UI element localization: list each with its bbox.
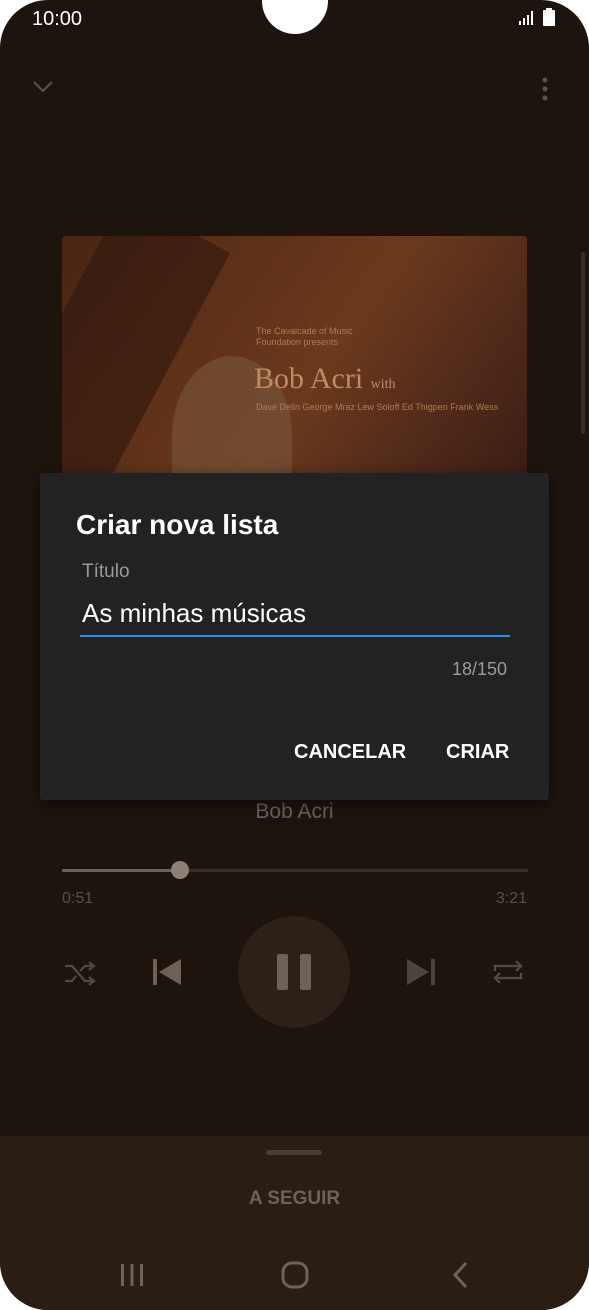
up-next-label[interactable]: A SEGUIR: [0, 1188, 589, 1210]
more-options-icon[interactable]: [541, 77, 549, 103]
title-field-label: Título: [82, 561, 130, 582]
camera-notch: [262, 0, 328, 34]
create-playlist-dialog: Criar nova lista Título 18/150 CANCELAR …: [40, 473, 549, 800]
sheet-handle[interactable]: [266, 1150, 322, 1155]
previous-icon[interactable]: [151, 957, 183, 987]
signal-icon: [519, 11, 533, 25]
home-icon[interactable]: [281, 1261, 309, 1289]
cancel-button[interactable]: CANCELAR: [294, 741, 406, 764]
chevron-down-icon[interactable]: [32, 80, 54, 94]
elapsed-time: 0:51: [62, 890, 94, 907]
recent-apps-icon[interactable]: [119, 1262, 145, 1288]
album-credits-text: Dave Delin George Mraz Lew Soloff Ed Thi…: [256, 402, 499, 412]
artist-name[interactable]: Bob Acri: [0, 800, 589, 824]
create-button[interactable]: CRIAR: [446, 741, 509, 764]
album-presenter-text: The Cavalcade of Music Foundation presen…: [256, 326, 353, 347]
seek-thumb[interactable]: [171, 861, 189, 879]
shuffle-icon[interactable]: [63, 958, 97, 988]
phone-screen: 10:00 The Cavalcade of Music Foundation …: [0, 0, 589, 1310]
album-art: The Cavalcade of Music Foundation presen…: [62, 236, 527, 486]
seek-bar-progress: [62, 869, 180, 872]
character-counter: 18/150: [451, 659, 507, 679]
pause-button[interactable]: [238, 916, 350, 1028]
album-title-text: Bob Acri with: [254, 362, 396, 395]
playlist-title-input[interactable]: [80, 591, 510, 637]
dialog-title: Criar nova lista: [76, 509, 279, 540]
pause-icon: [277, 954, 311, 990]
total-duration: 3:21: [495, 890, 527, 907]
back-icon[interactable]: [451, 1261, 469, 1289]
next-icon[interactable]: [405, 957, 437, 987]
repeat-icon[interactable]: [491, 957, 525, 987]
battery-icon: [543, 8, 555, 26]
status-time: 10:00: [32, 8, 83, 30]
scroll-indicator: [581, 252, 585, 434]
status-icons: [519, 8, 559, 28]
